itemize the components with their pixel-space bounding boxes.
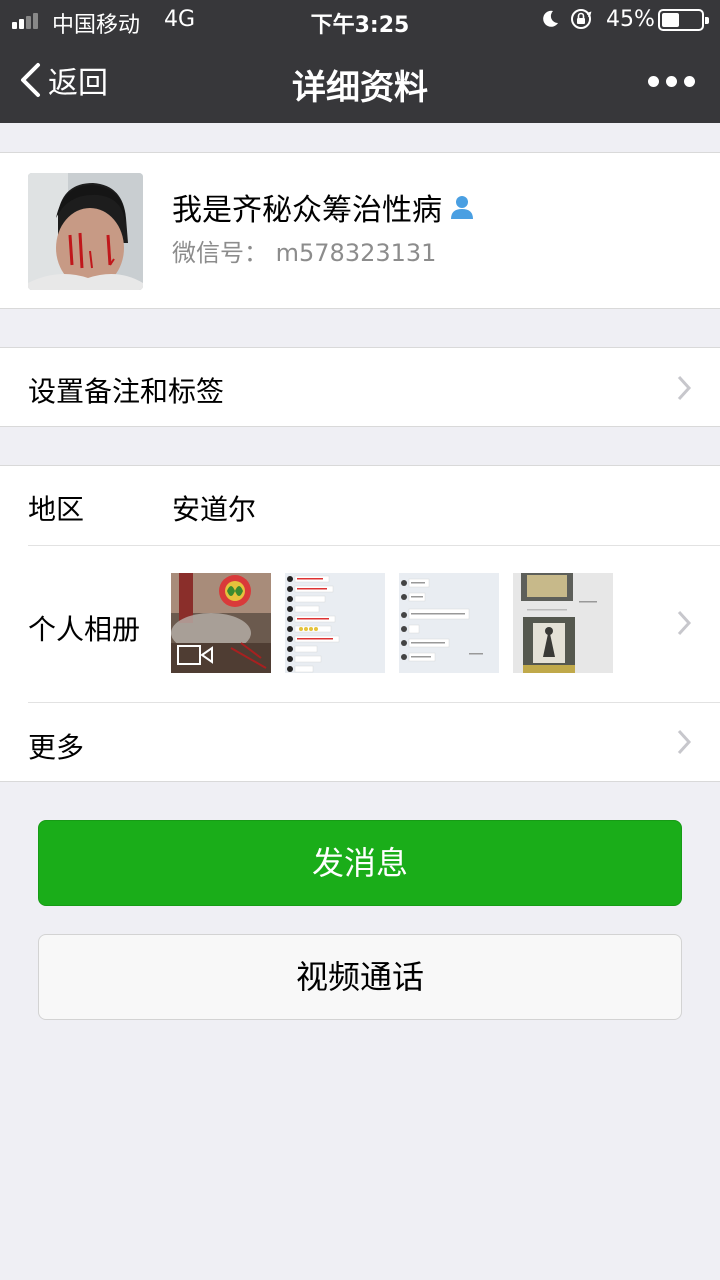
region-label: 地区 <box>28 493 85 526</box>
album-label: 个人相册 <box>28 613 141 646</box>
region-value: 安道尔 <box>172 493 257 526</box>
divider <box>28 702 720 703</box>
rotation-lock-icon <box>571 9 592 29</box>
navigation-bar: 返回 详细资料 <box>0 40 720 123</box>
moon-icon <box>543 10 558 27</box>
top-bar: 中国移动 4G 下午3:25 45% 返回 详细资料 <box>0 0 720 123</box>
battery-percent: 45% <box>606 7 655 32</box>
video-call-button[interactable]: 视频通话 <box>38 934 682 1020</box>
battery-icon <box>658 9 709 31</box>
page-title: 详细资料 <box>292 68 428 108</box>
set-remark-row[interactable]: 设置备注和标签 <box>0 347 720 427</box>
more-dots-icon[interactable] <box>648 74 696 88</box>
chevron-right-icon <box>677 375 692 401</box>
album-thumbnail-chat-1[interactable] <box>285 573 385 673</box>
info-card: 地区 安道尔 个人相册 更多 <box>0 465 720 782</box>
status-bar: 中国移动 4G 下午3:25 45% <box>0 0 720 40</box>
album-thumbnail-chat-2[interactable] <box>399 573 499 673</box>
divider <box>28 545 720 546</box>
album-thumbnail-video[interactable] <box>171 573 271 673</box>
wechat-id: 微信号： m578323131 <box>172 239 437 267</box>
send-message-button[interactable]: 发消息 <box>38 820 682 906</box>
person-icon <box>451 196 473 219</box>
chevron-right-icon <box>677 610 692 636</box>
more-label: 更多 <box>28 731 85 764</box>
chevron-right-icon <box>677 729 692 755</box>
avatar[interactable] <box>28 173 143 290</box>
profile-card: 我是齐秘众筹治性病 微信号： m578323131 <box>0 152 720 309</box>
set-remark-label: 设置备注和标签 <box>28 375 225 408</box>
profile-name: 我是齐秘众筹治性病 <box>172 193 442 228</box>
album-thumbnail-photo[interactable] <box>513 573 613 673</box>
video-icon <box>177 645 213 665</box>
name-row: 我是齐秘众筹治性病 <box>172 185 476 229</box>
